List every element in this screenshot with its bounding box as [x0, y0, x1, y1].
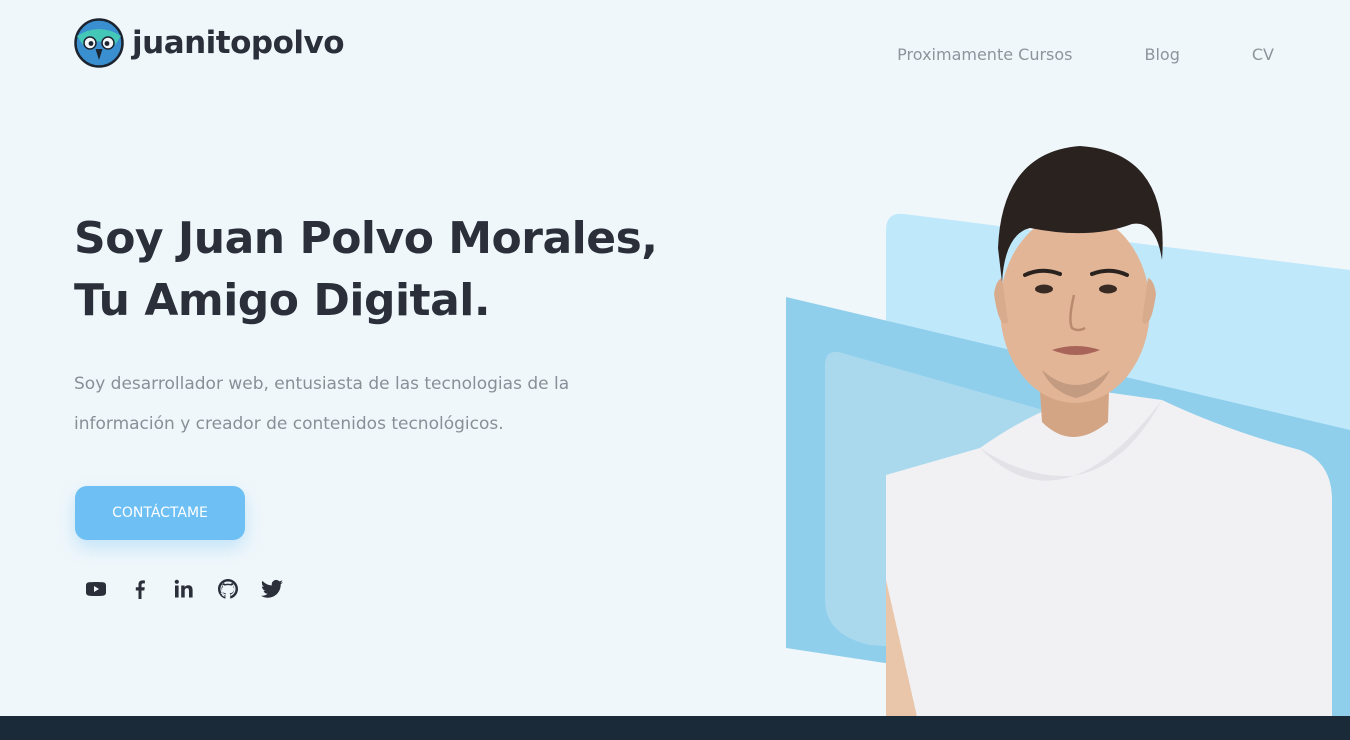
owl-logo-icon	[74, 18, 124, 68]
hero-title: Soy Juan Polvo Morales, Tu Amigo Digital…	[74, 208, 658, 332]
nav-item-cv[interactable]: CV	[1252, 45, 1274, 64]
facebook-icon	[135, 580, 145, 599]
youtube-icon	[86, 582, 106, 596]
social-links	[82, 576, 286, 602]
github-link[interactable]	[214, 576, 242, 602]
facebook-link[interactable]	[126, 576, 154, 602]
youtube-link[interactable]	[82, 576, 110, 602]
hero-illustration	[780, 130, 1350, 730]
portrait-photo	[786, 146, 1350, 730]
nav-item-cursos[interactable]: Proximamente Cursos	[897, 45, 1072, 64]
hero-description: Soy desarrollador web, entusiasta de las…	[74, 374, 570, 434]
github-icon	[218, 579, 238, 599]
nav-item-blog[interactable]: Blog	[1145, 45, 1180, 64]
brand-logo[interactable]: juanitopolvo	[74, 18, 345, 68]
footer-band	[0, 716, 1350, 740]
linkedin-link[interactable]	[170, 576, 198, 602]
hero-title-line-1: Soy Juan Polvo Morales,	[74, 213, 658, 264]
main-nav: Proximamente Cursos Blog CV	[897, 45, 1274, 64]
brand-name: juanitopolvo	[132, 25, 345, 61]
twitter-link[interactable]	[258, 576, 286, 602]
linkedin-icon	[174, 579, 193, 598]
contact-button[interactable]: CONTÁCTAME	[75, 486, 245, 540]
hero-title-line-2: Tu Amigo Digital.	[74, 275, 491, 326]
twitter-icon	[261, 579, 283, 598]
